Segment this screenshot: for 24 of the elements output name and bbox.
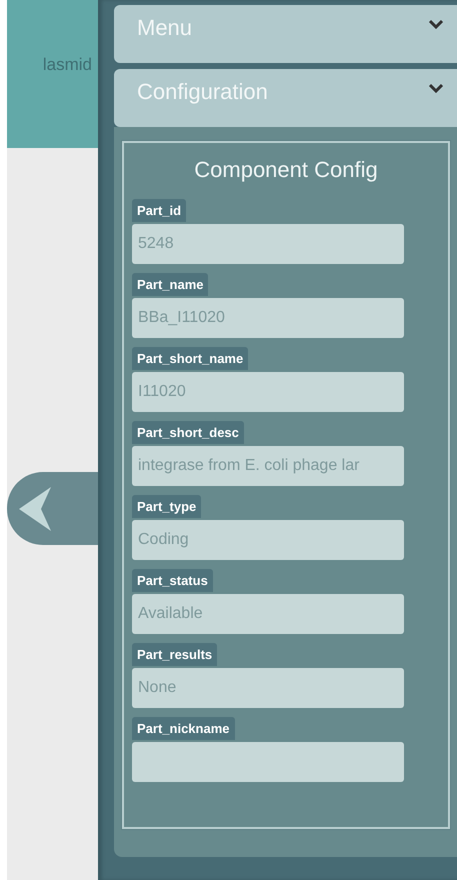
input-field[interactable]: Coding (132, 520, 404, 560)
field-label: Part_short_name (132, 347, 248, 370)
collapse-tab[interactable] (7, 472, 98, 545)
input-field[interactable]: None (132, 668, 404, 708)
field-label: Part_status (132, 569, 213, 592)
field-label: Part_short_desc (132, 421, 244, 444)
input-field[interactable]: I11020 (132, 372, 404, 412)
accordion-header[interactable]: Configuration (114, 69, 457, 127)
accordion-header[interactable]: Menu (114, 5, 457, 63)
input-field[interactable]: BBa_I11020 (132, 298, 404, 338)
field-label: Part_id (132, 199, 186, 222)
input-field[interactable]: Available (132, 594, 404, 634)
banner-label: lasmid (42, 55, 92, 76)
config-title: Component Config (193, 156, 379, 184)
input-field[interactable]: 5248 (132, 224, 404, 264)
field-label: Part_type (132, 495, 202, 518)
input-field[interactable]: integrase from E. coli phage lar (132, 446, 404, 486)
chevron-down-icon (429, 19, 443, 29)
field-label: Part_nickname (132, 717, 234, 740)
input-field[interactable] (132, 742, 404, 782)
field-label: Part_name (132, 273, 208, 296)
field-label: Part_results (132, 643, 218, 666)
chevron-left-icon (19, 486, 53, 530)
chevron-down-icon (429, 83, 443, 93)
